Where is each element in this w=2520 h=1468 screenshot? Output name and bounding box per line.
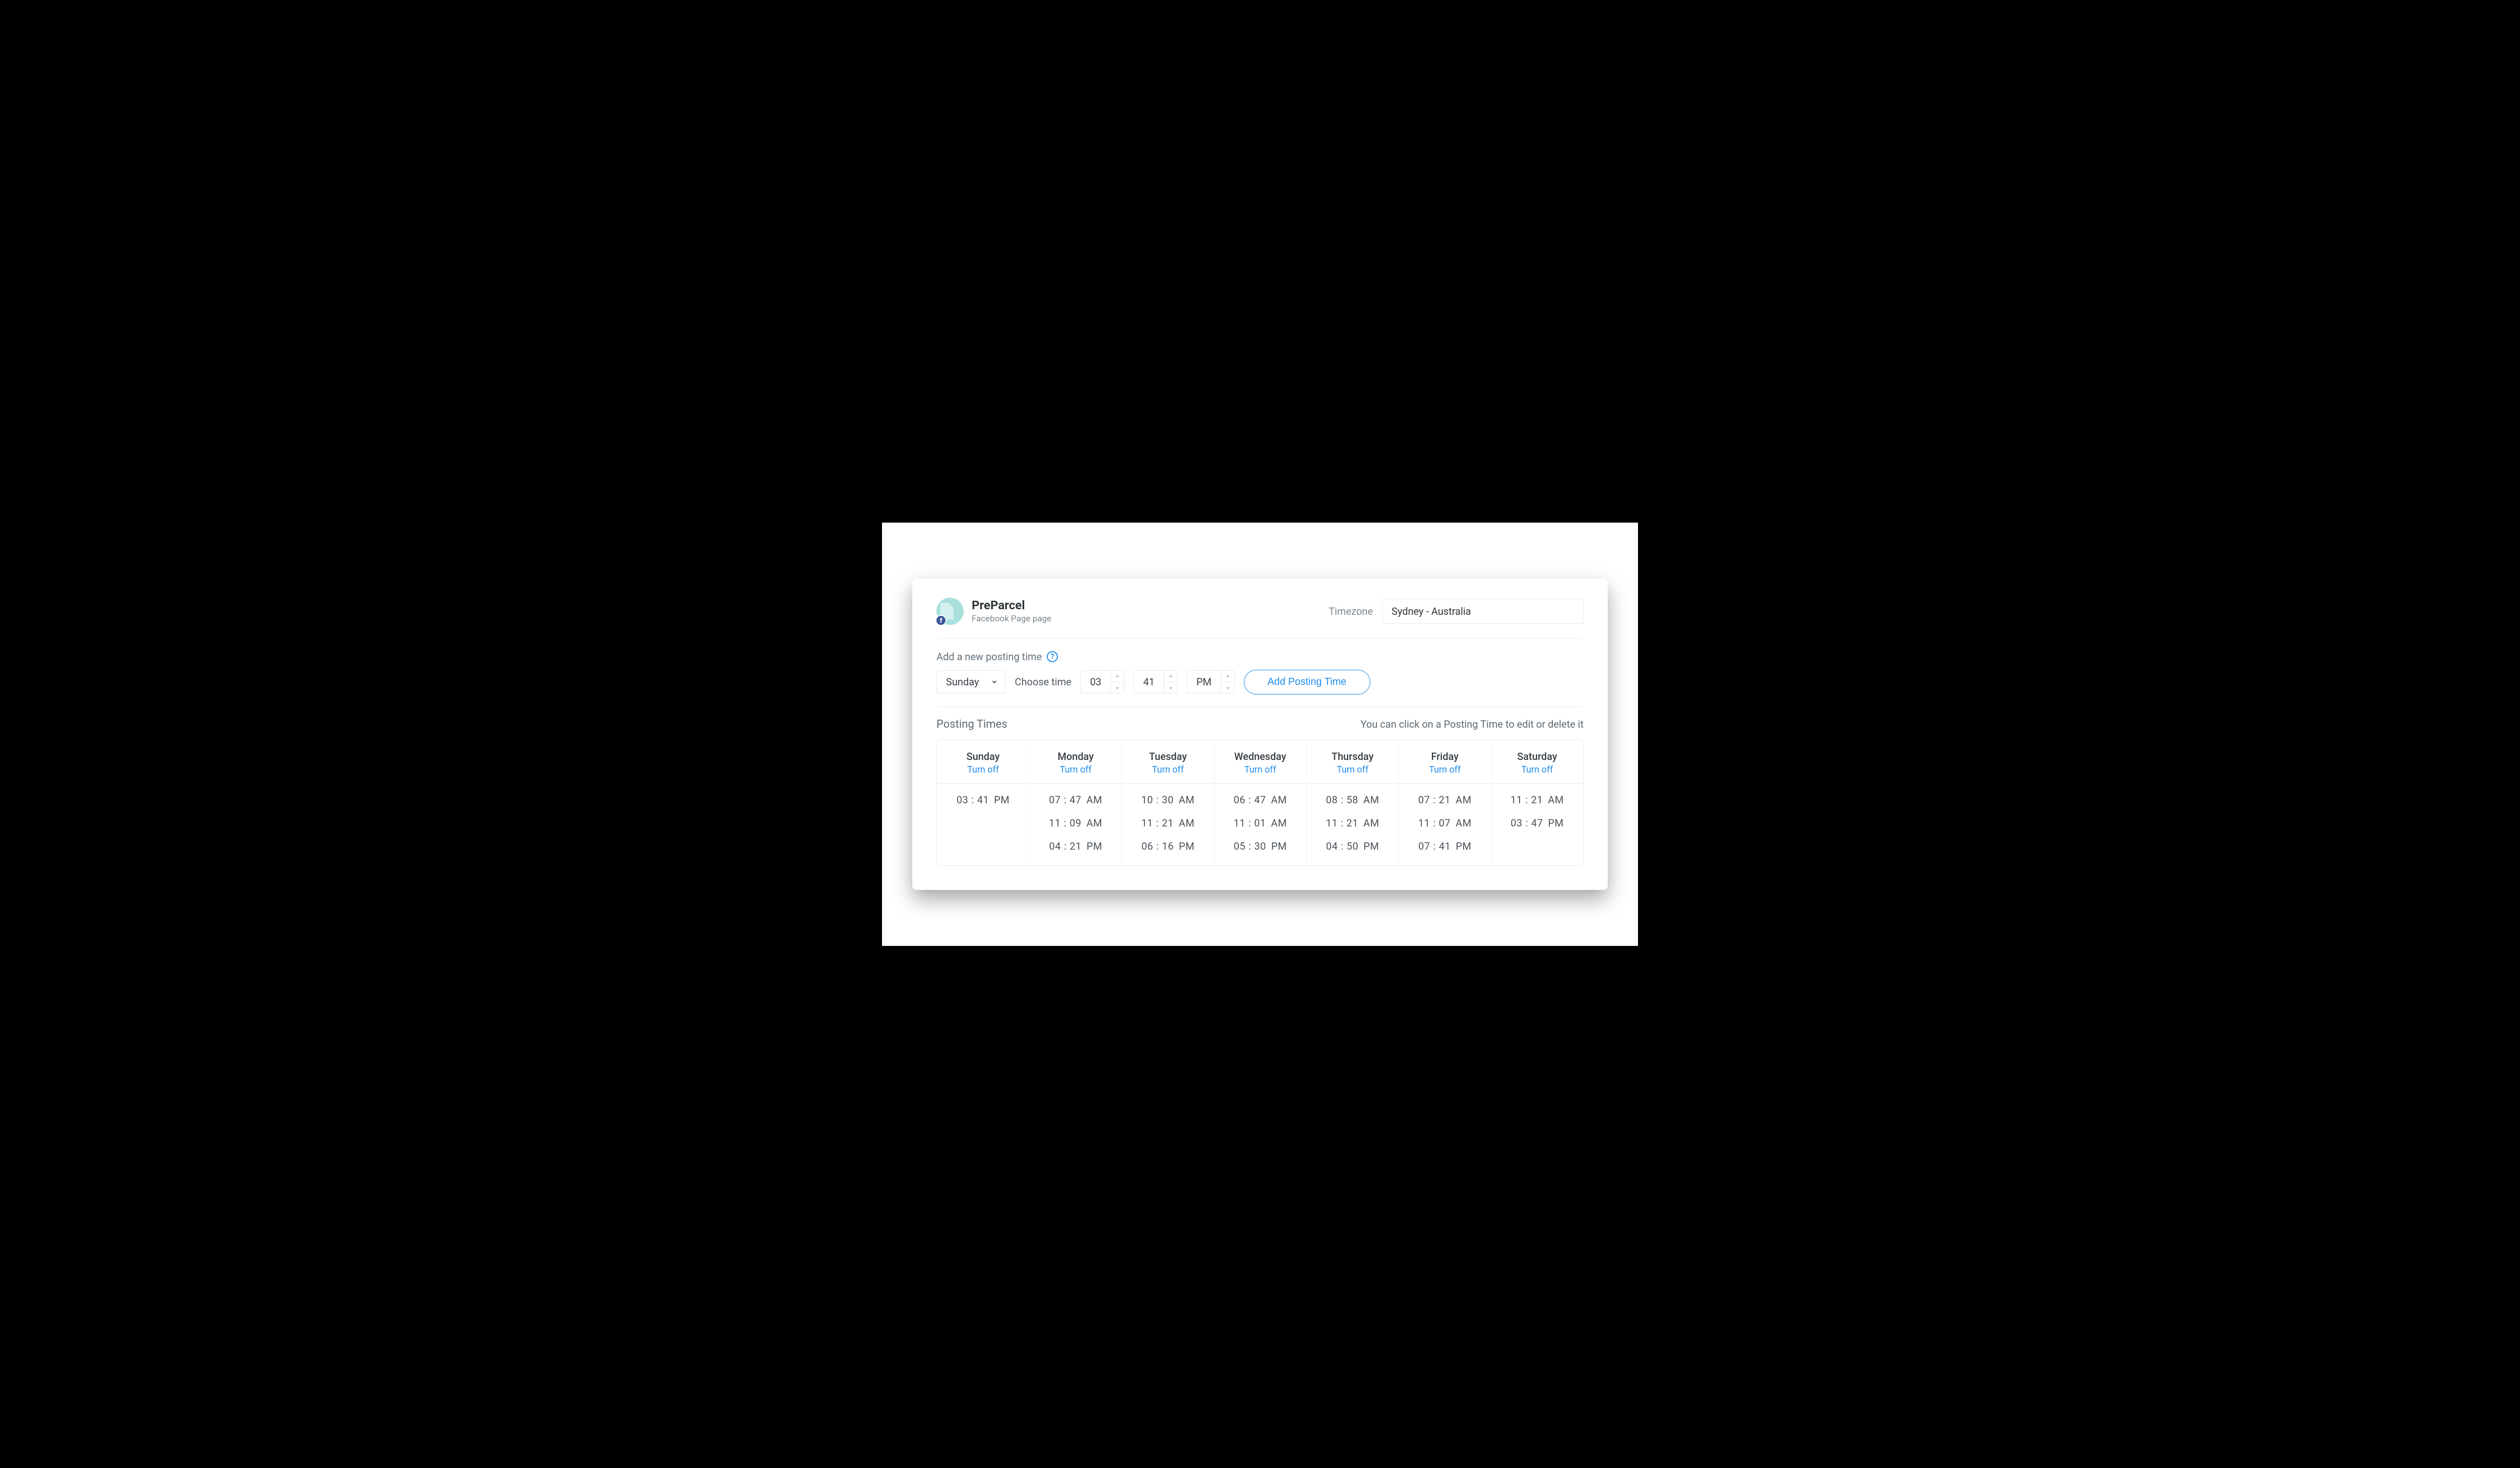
minute-stepper[interactable]: 41 — [1133, 670, 1177, 693]
meridiem-value: PM — [1187, 671, 1221, 693]
header-row: f PreParcel Facebook Page page Timezone … — [936, 598, 1584, 639]
turn-off-link[interactable]: Turn off — [1218, 764, 1302, 775]
choose-time-label: Choose time — [1015, 676, 1071, 688]
day-column-body: 08:58AM 11:21AM 04:50PM — [1306, 784, 1399, 865]
posting-time-slot[interactable]: 03:41PM — [957, 794, 1010, 806]
add-posting-time-title: Add a new posting time — [936, 651, 1042, 663]
posting-time-slot[interactable]: 07:21AM — [1418, 794, 1472, 806]
minute-up-button[interactable] — [1164, 671, 1177, 682]
posting-time-slot[interactable]: 11:07AM — [1418, 817, 1472, 829]
day-column-header: Monday Turn off — [1029, 740, 1121, 784]
posting-time-slot[interactable]: 11:21AM — [1141, 817, 1194, 829]
posting-time-slot[interactable]: 06:16PM — [1142, 840, 1194, 852]
day-column-body: 07:21AM 11:07AM 07:41PM — [1399, 784, 1491, 865]
minute-down-button[interactable] — [1164, 682, 1177, 693]
hour-up-button[interactable] — [1111, 671, 1124, 682]
chevron-down-icon — [991, 678, 998, 685]
posting-time-slot[interactable]: 11:21AM — [1510, 794, 1564, 806]
account-name: PreParcel — [972, 598, 1051, 613]
schedule-table: Sunday Turn off Monday Turn off Tuesday Turn … — [936, 740, 1584, 866]
day-column-body: 10:30AM 11:21AM 06:16PM — [1121, 784, 1214, 865]
hour-stepper[interactable]: 03 — [1081, 670, 1124, 693]
add-posting-time-button[interactable]: Add Posting Time — [1244, 670, 1370, 694]
posting-time-slot[interactable]: 07:41PM — [1418, 840, 1471, 852]
day-column-body: 07:47AM 11:09AM 04:21PM — [1029, 784, 1121, 865]
hour-value: 03 — [1081, 671, 1110, 693]
day-name: Tuesday — [1126, 750, 1210, 762]
posting-time-slot[interactable]: 07:47AM — [1049, 794, 1102, 806]
day-select[interactable]: Sunday — [936, 670, 1005, 693]
turn-off-link[interactable]: Turn off — [1034, 764, 1117, 775]
turn-off-link[interactable]: Turn off — [1311, 764, 1395, 775]
day-column-body: 06:47AM 11:01AM 05:30PM — [1214, 784, 1306, 865]
turn-off-link[interactable]: Turn off — [1403, 764, 1487, 775]
posting-time-slot[interactable]: 06:47AM — [1234, 794, 1287, 806]
day-name: Monday — [1034, 750, 1117, 762]
account-subtitle: Facebook Page page — [972, 614, 1051, 624]
settings-card: f PreParcel Facebook Page page Timezone … — [912, 579, 1608, 890]
turn-off-link[interactable]: Turn off — [1495, 764, 1579, 775]
posting-times-header: Posting Times You can click on a Posting… — [936, 707, 1584, 740]
avatar: f — [936, 598, 964, 625]
posting-times-hint: You can click on a Posting Time to edit … — [1361, 718, 1584, 730]
meridiem-stepper[interactable]: PM — [1187, 670, 1235, 693]
posting-time-slot[interactable]: 08:58AM — [1326, 794, 1379, 806]
turn-off-link[interactable]: Turn off — [1126, 764, 1210, 775]
posting-times-title: Posting Times — [936, 718, 1007, 731]
posting-time-slot[interactable]: 03:47PM — [1510, 817, 1563, 829]
day-column-header: Friday Turn off — [1399, 740, 1491, 784]
day-name: Friday — [1403, 750, 1487, 762]
turn-off-link[interactable]: Turn off — [941, 764, 1025, 775]
posting-time-slot[interactable]: 11:01AM — [1234, 817, 1287, 829]
timezone-select[interactable]: Sydney - Australia — [1382, 599, 1584, 624]
add-posting-time-section: Add a new posting time ? Sunday Choose t… — [936, 639, 1584, 707]
account-block: f PreParcel Facebook Page page — [936, 598, 1051, 625]
day-name: Sunday — [941, 750, 1025, 762]
posting-time-slot[interactable]: 04:21PM — [1049, 840, 1102, 852]
timezone-block: Timezone Sydney - Australia — [1329, 599, 1584, 624]
day-column-header: Saturday Turn off — [1491, 740, 1583, 784]
day-column-header: Sunday Turn off — [937, 740, 1029, 784]
posting-time-slot[interactable]: 10:30AM — [1141, 794, 1194, 806]
day-column-body: 11:21AM 03:47PM — [1491, 784, 1583, 865]
timezone-label: Timezone — [1329, 605, 1373, 617]
day-name: Saturday — [1495, 750, 1579, 762]
facebook-badge-icon: f — [935, 615, 947, 626]
posting-time-slot[interactable]: 11:21AM — [1326, 817, 1379, 829]
minute-value: 41 — [1134, 671, 1163, 693]
posting-time-slot[interactable]: 11:09AM — [1049, 817, 1102, 829]
day-column-header: Tuesday Turn off — [1121, 740, 1214, 784]
meridiem-up-button[interactable] — [1221, 671, 1234, 682]
day-column-body: 03:41PM — [937, 784, 1029, 865]
hour-down-button[interactable] — [1111, 682, 1124, 693]
day-name: Thursday — [1311, 750, 1395, 762]
day-column-header: Thursday Turn off — [1306, 740, 1399, 784]
day-column-header: Wednesday Turn off — [1214, 740, 1306, 784]
day-select-value: Sunday — [946, 676, 979, 688]
posting-time-slot[interactable]: 04:50PM — [1326, 840, 1379, 852]
meridiem-down-button[interactable] — [1221, 682, 1234, 693]
day-name: Wednesday — [1218, 750, 1302, 762]
help-icon[interactable]: ? — [1047, 651, 1058, 662]
posting-time-slot[interactable]: 05:30PM — [1234, 840, 1287, 852]
